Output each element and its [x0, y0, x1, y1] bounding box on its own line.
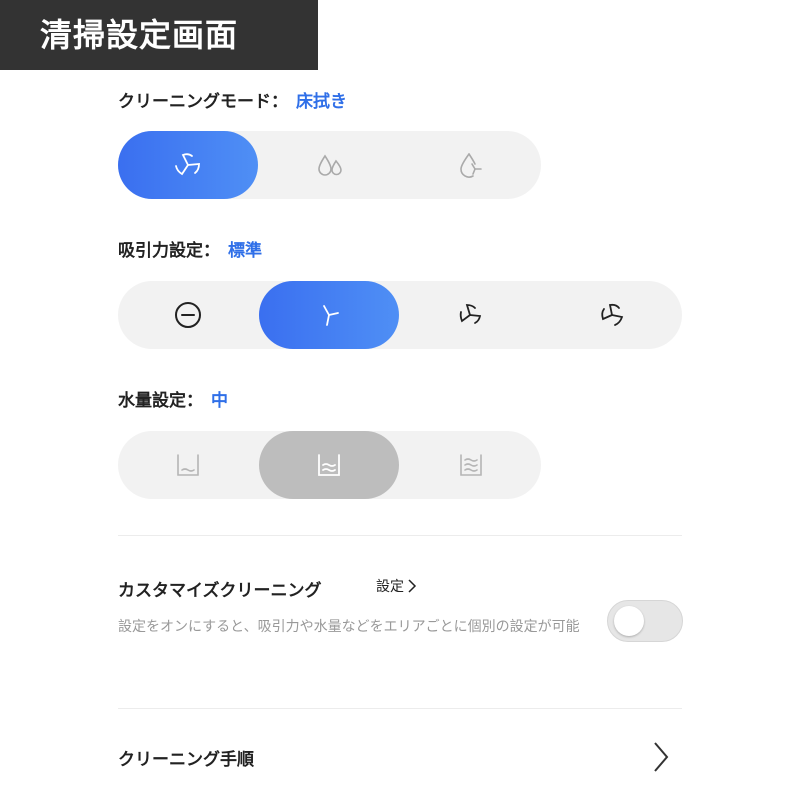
fan-strong-icon — [459, 304, 482, 324]
off-minus-icon — [175, 302, 201, 328]
water-selector — [118, 431, 541, 499]
chevron-right-icon — [408, 579, 417, 593]
water-medium-icon — [318, 454, 340, 476]
drop-fan-icon — [460, 153, 482, 178]
suction-label-text: 吸引力設定： — [118, 241, 220, 261]
custom-cleaning-description: 設定をオンにすると、吸引力や水量などをエリアごとに個別の設定が可能 — [118, 619, 580, 635]
water-low-icon — [177, 454, 199, 476]
divider — [118, 535, 682, 536]
fan-standard-icon — [323, 305, 339, 326]
suction-option-max[interactable] — [542, 281, 682, 349]
water-value: 中 — [211, 391, 228, 411]
water-drops-icon — [318, 154, 342, 176]
fan-max-icon — [601, 303, 624, 326]
water-label: 水量設定： 中 — [118, 386, 228, 411]
water-option-high[interactable] — [401, 431, 541, 499]
water-label-text: 水量設定： — [118, 391, 203, 411]
mode-option-mop[interactable] — [260, 131, 400, 199]
water-option-medium[interactable] — [259, 431, 399, 499]
suction-selector — [118, 281, 682, 349]
mode-option-vacuum[interactable] — [118, 131, 258, 199]
suction-option-off[interactable] — [118, 281, 258, 349]
water-option-low[interactable] — [118, 431, 258, 499]
vacuum-fan-icon — [175, 153, 200, 176]
custom-cleaning-settings-label: 設定 — [376, 579, 404, 595]
water-high-icon — [460, 454, 482, 476]
suction-option-standard[interactable] — [259, 281, 399, 349]
divider — [118, 708, 682, 709]
custom-cleaning-settings-link[interactable]: 設定 — [376, 576, 417, 596]
toggle-knob — [614, 606, 644, 636]
cleaning-mode-label: クリーニングモード： 床拭き — [118, 87, 347, 112]
cleaning-mode-value: 床拭き — [296, 92, 347, 112]
suction-option-strong[interactable] — [400, 281, 540, 349]
custom-cleaning-title: カスタマイズクリーニング — [118, 581, 322, 601]
page-title-banner: 清掃設定画面 — [0, 0, 318, 70]
cleaning-mode-selector — [118, 131, 541, 199]
suction-value: 標準 — [228, 241, 262, 261]
cleaning-mode-label-text: クリーニングモード： — [118, 92, 288, 112]
mode-option-vacuum-mop[interactable] — [401, 131, 541, 199]
custom-cleaning-toggle[interactable] — [607, 600, 683, 642]
cleaning-order-row[interactable]: クリーニング手順 — [118, 740, 682, 776]
suction-label: 吸引力設定： 標準 — [118, 236, 262, 261]
cleaning-order-label: クリーニング手順 — [118, 750, 254, 770]
chevron-right-icon — [654, 742, 669, 772]
